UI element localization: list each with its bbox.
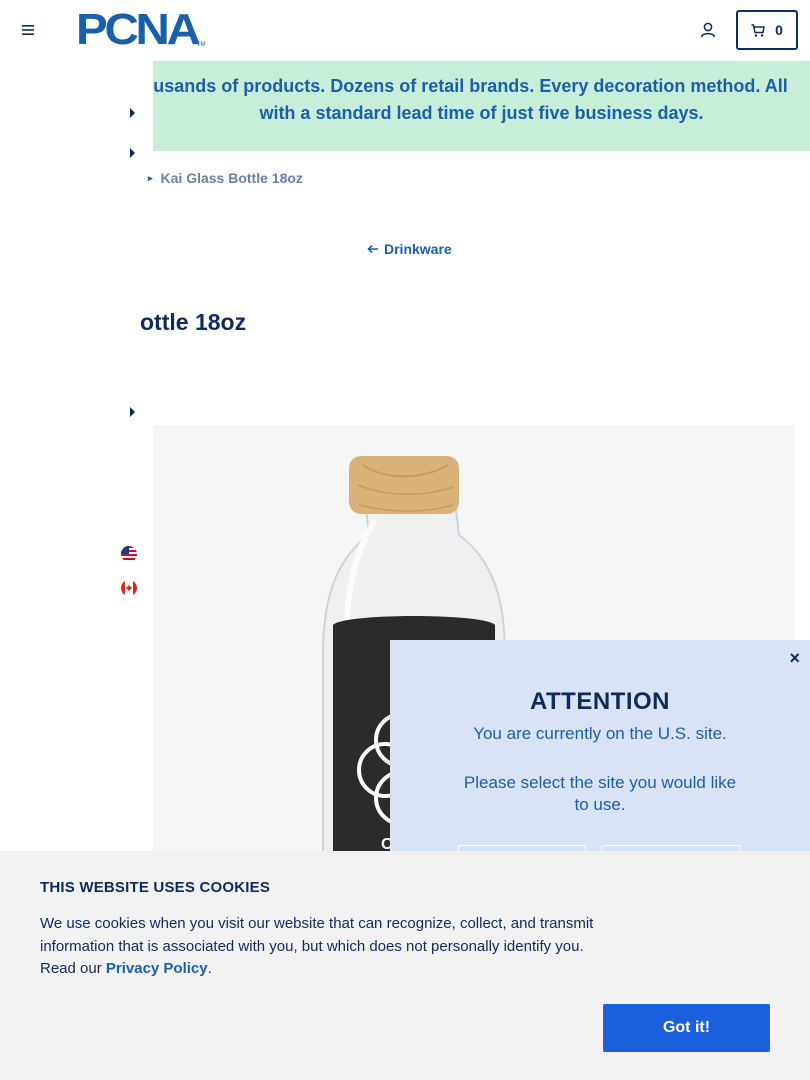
back-to-category-link[interactable]: Drinkware [367, 241, 452, 257]
cookie-text: We use cookies when you visit our websit… [40, 913, 600, 981]
site-selection-modal: × ATTENTION You are currently on the U.S… [390, 640, 810, 885]
logo-text: PCNA [76, 5, 201, 54]
canada-flag-icon[interactable] [121, 580, 137, 596]
promo-line-2: with a standard lead time of just five b… [259, 103, 704, 123]
accept-cookies-button[interactable]: Got it! [603, 1004, 770, 1052]
privacy-policy-link[interactable]: Privacy Policy [106, 960, 208, 977]
breadcrumb-separator-icon: ▸ [148, 172, 153, 183]
breadcrumb: ▸ Kai Glass Bottle 18oz [148, 170, 303, 186]
side-menu-panel [0, 61, 153, 861]
breadcrumb-current: Kai Glass Bottle 18oz [160, 170, 303, 186]
promo-line-1: usands of products. Dozens of retail bra… [153, 76, 788, 96]
cookie-suffix: . [207, 960, 212, 977]
menu-expand-arrow-icon[interactable] [129, 108, 137, 118]
promo-text: usands of products. Dozens of retail bra… [153, 73, 810, 127]
pcna-logo[interactable]: PCNA TM [76, 5, 205, 54]
hamburger-menu-icon[interactable] [18, 20, 38, 40]
back-link-label: Drinkware [384, 241, 452, 257]
product-title: ottle 18oz [140, 309, 247, 335]
account-icon[interactable] [699, 21, 717, 39]
attention-title: ATTENTION [529, 688, 671, 715]
cart-button[interactable]: 0 [736, 10, 798, 50]
cookie-title: THIS WEBSITE USES COOKIES [40, 879, 271, 896]
site-prompt-text: Please select the site you would like to… [463, 773, 737, 814]
promo-banner: usands of products. Dozens of retail bra… [153, 61, 810, 151]
site-header: PCNA TM 0 [0, 0, 810, 61]
us-flag-icon[interactable] [121, 546, 137, 562]
cart-count: 0 [775, 22, 783, 38]
current-site-text: You are currently on the U.S. site. [473, 724, 727, 743]
cart-icon [751, 23, 765, 37]
cookie-banner: THIS WEBSITE USES COOKIES We use cookies… [0, 851, 810, 1080]
arrow-left-icon [367, 244, 378, 254]
menu-expand-arrow-icon[interactable] [129, 407, 137, 417]
close-icon[interactable]: × [789, 648, 800, 669]
menu-expand-arrow-icon[interactable] [129, 148, 137, 158]
